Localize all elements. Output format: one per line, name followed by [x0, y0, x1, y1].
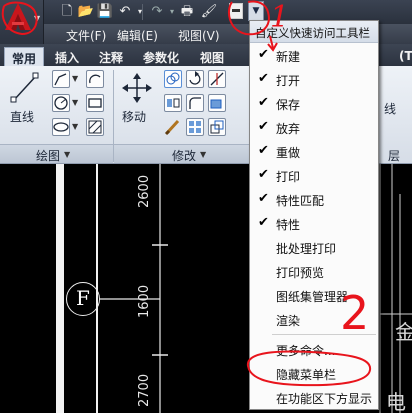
step-number-2: 2 [340, 286, 370, 340]
step-number-1: 1 [270, 0, 290, 35]
annotation-strokes [1, 0, 372, 387]
